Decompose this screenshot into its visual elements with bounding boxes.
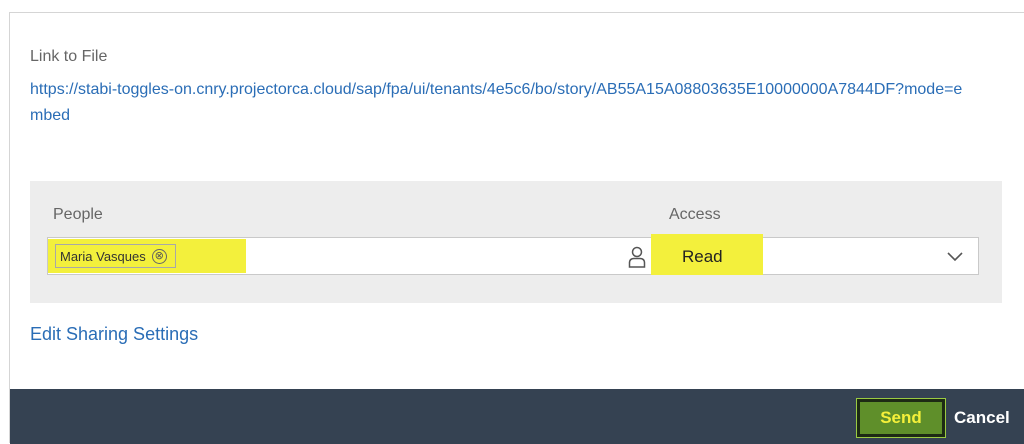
sharing-panel: People Access Maria Vasques ⊗ Read <box>30 181 1002 303</box>
dialog-footer: Send Cancel <box>10 389 1024 444</box>
access-value: Read <box>682 247 723 266</box>
person-icon[interactable] <box>628 246 646 268</box>
people-token-label: Maria Vasques <box>60 248 146 264</box>
cancel-button[interactable]: Cancel <box>954 399 1024 437</box>
edit-sharing-settings-link[interactable]: Edit Sharing Settings <box>30 324 198 345</box>
access-label: Access <box>669 206 721 223</box>
token-remove-icon[interactable]: ⊗ <box>151 248 167 264</box>
people-input[interactable]: Maria Vasques ⊗ <box>47 237 659 275</box>
chevron-down-icon[interactable] <box>946 249 964 263</box>
share-dialog: Link to File https://stabi-toggles-on.cn… <box>9 12 1024 444</box>
people-label: People <box>53 206 103 223</box>
people-token[interactable]: Maria Vasques ⊗ <box>55 244 176 268</box>
link-to-file-label: Link to File <box>30 48 108 65</box>
access-select[interactable]: Read <box>651 234 979 275</box>
file-link-url[interactable]: https://stabi-toggles-on.cnry.projectorc… <box>30 77 970 129</box>
send-button[interactable]: Send <box>856 398 946 438</box>
